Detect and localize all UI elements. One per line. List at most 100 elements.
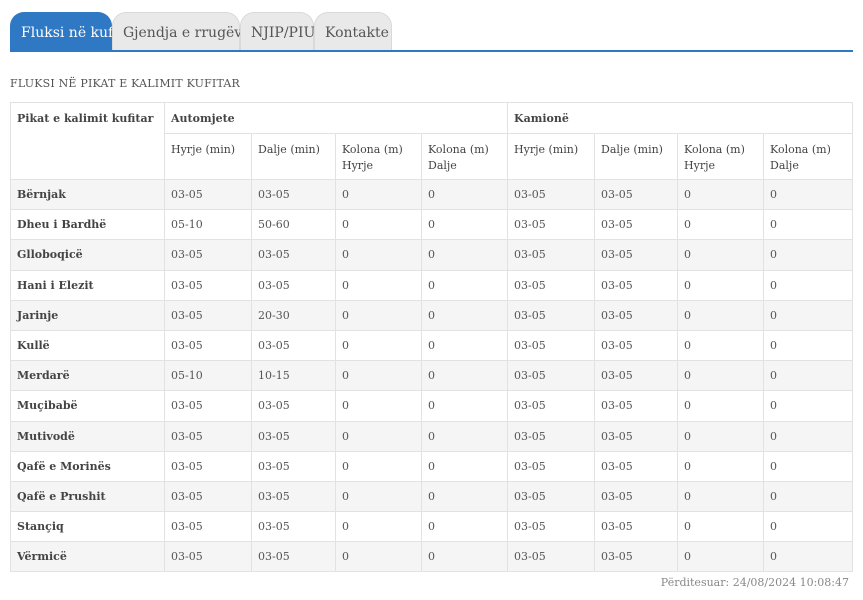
tab-fluksi-ne-kufi[interactable]: Fluksi në kufi [10,12,117,51]
border-point-name: Merdarë [10,360,165,392]
table-cell: 0 [677,178,765,211]
table-cell: 0 [677,239,765,271]
table-cell: 0 [420,329,509,362]
table-cell: 03-05 [164,420,252,452]
table-cell: 0 [335,480,422,513]
table-cell: 03-05 [164,511,252,543]
table-cell: 03-05 [251,541,336,573]
group-header-automjete: Automjete [163,102,509,134]
table-cell: 03-05 [594,480,679,513]
border-point-name: Mutivodë [10,420,165,452]
table-cell: 03-05 [164,329,252,362]
table-cell: 03-05 [594,420,679,452]
table-cell: 0 [677,511,765,543]
tab-kontakte[interactable]: Kontakte [314,12,392,50]
table-cell: 03-05 [251,511,336,543]
table-row: Vërmicë 03-05 03-05 0 0 03-05 03-05 0 0 [10,541,854,573]
table-row: Qafë e Prushit 03-05 03-05 0 0 03-05 03-05 0 0 [10,480,854,513]
table-cell: 0 [335,329,422,362]
table-cell: 0 [335,450,422,482]
table-cell: 03-05 [507,299,596,331]
border-point-name: Vërmicë [10,541,165,573]
border-point-name: Qafë e Prushit [10,480,165,513]
column-header: Kolona (m) Dalje [763,133,854,180]
table-row: Merdarë 05-10 10-15 0 0 03-05 03-05 0 0 [10,360,854,392]
table-cell: 0 [420,269,509,301]
table-cell: 0 [420,420,509,452]
table-cell: 0 [420,480,509,513]
table-cell: 0 [420,450,509,482]
table-cell: 03-05 [594,541,679,573]
tab-gjendja-e-rrugeve[interactable]: Gjendja e rrugëve [112,12,251,50]
table-cell: 03-05 [164,450,252,482]
table-cell: 03-05 [594,269,679,301]
table-cell: 03-05 [507,329,596,362]
section-title: FLUKSI NË PIKAT E KALIMIT KUFITAR [10,77,241,90]
border-point-name: Kullë [10,329,165,362]
table-cell: 03-05 [507,269,596,301]
table-cell: 03-05 [507,209,596,241]
table-cell: 0 [763,360,854,392]
table-cell: 0 [677,299,765,331]
table-cell: 03-05 [594,299,679,331]
table-cell: 03-05 [164,269,252,301]
table-cell: 03-05 [251,178,336,211]
table-cell: 03-05 [507,390,596,422]
table-row: Glloboqicë 03-05 03-05 0 0 03-05 03-05 0 0 [10,239,854,271]
table-row: Stançiq 03-05 03-05 0 0 03-05 03-05 0 0 [10,511,854,543]
table-cell: 03-05 [251,390,336,422]
table-cell: 0 [763,541,854,573]
table-cell: 03-05 [594,329,679,362]
table-cell: 03-05 [507,511,596,543]
table-cell: 0 [420,209,509,241]
table-cell: 03-05 [164,480,252,513]
table-cell: 0 [763,178,854,211]
table-cell: 0 [335,390,422,422]
table-row: Bërnjak 03-05 03-05 0 0 03-05 03-05 0 0 [10,178,854,211]
table-cell: 0 [335,269,422,301]
table-cell: 03-05 [594,360,679,392]
column-header: Kolona (m) Hyrje [335,133,422,180]
border-point-name: Muçibabë [10,390,165,422]
table-cell: 03-05 [251,480,336,513]
border-point-name: Bërnjak [10,178,165,211]
table-cell: 0 [420,511,509,543]
table-cell: 03-05 [507,450,596,482]
border-flux-table: Pikat e kalimit kufitar Automjete Kamion… [10,102,854,573]
table-cell: 03-05 [594,450,679,482]
tab-njip-piu[interactable]: NJIP/PIU [240,12,315,50]
table-cell: 0 [335,209,422,241]
table-cell: 0 [677,420,765,452]
table-cell: 50-60 [251,209,336,241]
table-cell: 03-05 [251,239,336,271]
table-cell: 0 [335,299,422,331]
table-cell: 0 [763,511,854,543]
table-body: Bërnjak 03-05 03-05 0 0 03-05 03-05 0 0 Dheu i Ba… [10,178,854,573]
table-cell: 0 [677,209,765,241]
table-cell: 0 [677,329,765,362]
column-header: Kolona (m) Hyrje [677,133,765,180]
table-cell: 03-05 [164,541,252,573]
border-point-name: Qafë e Morinës [10,450,165,482]
table-cell: 0 [420,239,509,271]
border-point-name: Glloboqicë [10,239,165,271]
table-cell: 0 [763,480,854,513]
table-cell: 0 [335,420,422,452]
table-cell: 03-05 [507,480,596,513]
border-point-name: Jarinje [10,299,165,331]
table-cell: 10-15 [251,360,336,392]
table-cell: 0 [420,178,509,211]
table-row: Muçibabë 03-05 03-05 0 0 03-05 03-05 0 0 [10,390,854,422]
table-row: Hani i Elezit 03-05 03-05 0 0 03-05 03-05 0 0 [10,269,854,301]
table-cell: 0 [763,209,854,241]
table-cell: 0 [677,390,765,422]
table-cell: 03-05 [594,511,679,543]
table-cell: 0 [335,178,422,211]
group-header-kamione: Kamionë [507,102,854,134]
table-cell: 03-05 [251,450,336,482]
table-row: Dheu i Bardhë 05-10 50-60 0 0 03-05 03-05 0 0 [10,209,854,241]
table-cell: 03-05 [594,390,679,422]
table-row: Kullë 03-05 03-05 0 0 03-05 03-05 0 0 [10,329,854,362]
table-cell: 0 [677,480,765,513]
table-cell: 03-05 [594,239,679,271]
